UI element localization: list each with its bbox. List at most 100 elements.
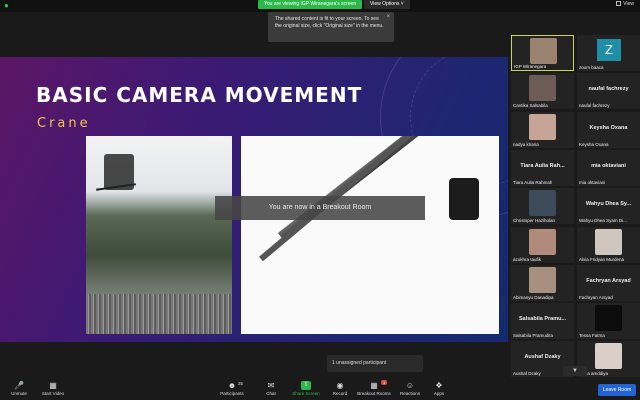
leave-room-button[interactable]: Leave Room (598, 384, 636, 396)
close-icon[interactable]: × (386, 14, 390, 21)
record-icon: ◉ (336, 381, 344, 390)
grid-icon (616, 1, 622, 7)
participant-display-name: Salsabila Pramu... (518, 316, 567, 323)
participant-tile[interactable]: Salsabila Pramu... Salsabila Pramudita (511, 303, 574, 340)
participant-video (529, 75, 556, 102)
fit-to-screen-tooltip: The shared content is fit to your screen… (268, 12, 394, 42)
participant-name: Salsabila Pramudita (513, 333, 554, 339)
apps-icon: ❖ (435, 381, 443, 390)
start-video-label: Start Video (41, 391, 65, 396)
participant-name: Aushaf Dzaky (513, 371, 541, 377)
reactions-button[interactable]: ☺ Reactions (398, 381, 422, 399)
participant-name: zoom baaca (579, 65, 604, 70)
participant-video (595, 228, 622, 255)
participant-name: Keysha Oxana (579, 141, 609, 147)
microphone-muted-icon: 🎤 (14, 381, 24, 390)
participant-tile[interactable]: Zzoom baaca (577, 35, 640, 71)
participants-count: 35 (238, 381, 244, 386)
smiley-icon: ☺ (405, 381, 415, 390)
slide-title: BASIC CAMERA MOVEMENT (36, 83, 363, 107)
participant-tile[interactable]: naufal fachrezy naufal fachrezy (577, 73, 640, 110)
participants-button[interactable]: 35 ☻ Participants (218, 381, 246, 399)
participant-name: IGP Wiranegara (514, 64, 547, 69)
participants-label: Participants (220, 391, 244, 396)
participant-name: naufal fachrezy (579, 103, 610, 109)
jib-arm-shape (277, 136, 466, 241)
meeting-toolbar: 🎤 Unmute ▦ Start Video 35 ☻ Participants… (0, 380, 640, 400)
participant-video (529, 266, 556, 293)
participant-name: azokhra taufik (513, 256, 542, 262)
video-off-icon: ▦ (49, 381, 57, 390)
shield-icon[interactable]: ● (4, 2, 12, 10)
reactions-label: Reactions (399, 391, 420, 396)
participant-name: Tessa Fatma (579, 333, 605, 339)
crane-photo-jib (241, 136, 499, 334)
participant-tile[interactable]: azokhra taufik (511, 226, 574, 263)
record-label: Record (332, 391, 348, 396)
participant-display-name: naufal fachrezy (588, 86, 629, 93)
participant-display-name: Wahyu Dhea Sy... (585, 201, 632, 208)
share-arrow-icon: ⇧ (301, 381, 311, 390)
participant-tile[interactable]: nadya kharia (511, 111, 574, 148)
breakout-grid-icon: ▦ (370, 381, 378, 390)
participant-tile[interactable]: IGP Wiranegara (511, 35, 574, 71)
participant-video (595, 305, 622, 332)
participant-name: mia oktaviani (579, 179, 606, 185)
breakout-rooms-button[interactable]: 1 ▦ Breakout Rooms (356, 380, 392, 399)
breakout-rooms-label: Breakout Rooms (357, 391, 391, 396)
chat-label: Chat (266, 391, 276, 396)
participant-display-name: mia oktaviani (591, 162, 626, 169)
participant-tile[interactable]: Keysha Oxana Keysha Oxana (577, 111, 640, 148)
chat-bubble-icon: ✉ (267, 381, 275, 390)
tooltip-text: The shared content is fit to your screen… (275, 16, 384, 29)
participant-name: Abimanyu Danadipa (513, 294, 554, 300)
unmute-button[interactable]: 🎤 Unmute (8, 381, 30, 399)
participant-tile[interactable]: Wahyu Dhea Sy... Wahyu Dhea Syam Di... (577, 188, 640, 225)
top-bar: ● You are viewing IGP Wiranegara's scree… (0, 0, 640, 12)
camera-rig-shape (449, 178, 479, 220)
view-button[interactable]: View (616, 1, 634, 7)
slide-subtitle: Crane (37, 116, 91, 131)
zoom-meeting-window: ● You are viewing IGP Wiranegara's scree… (0, 0, 640, 400)
avatar: Z (597, 39, 621, 61)
participant-tile[interactable]: Alvia Fridyan Murdena (577, 226, 640, 263)
participant-tile[interactable]: Cantika Salsabila (511, 73, 574, 110)
participant-tile[interactable]: mia oktaviani mia oktaviani (577, 149, 640, 186)
crowd-shape (86, 294, 232, 334)
share-banner: You are viewing IGP Wiranegara's screen (258, 0, 363, 9)
start-video-button[interactable]: ▦ Start Video (38, 381, 68, 399)
participant-display-name: Tiara Aulia Rah... (520, 162, 565, 169)
breakout-badge: 1 (381, 380, 388, 385)
participant-name: Fachryan Arsyad (579, 294, 613, 300)
share-screen-button[interactable]: ⇧ Share Screen (290, 381, 322, 399)
participant-video (529, 190, 556, 217)
crane-photo-concert (86, 136, 232, 334)
participant-name: Wahyu Dhea Syam Di... (579, 218, 627, 224)
participant-display-name: Fachryan Arsyad (586, 277, 631, 284)
apps-label: Apps (433, 391, 445, 396)
record-button[interactable]: ◉ Record (330, 381, 350, 399)
participant-name: Alvia Fridyan Murdena (579, 256, 625, 262)
chevron-down-icon[interactable]: ▼ (563, 366, 587, 376)
participant-display-name: Keysha Oxana (589, 124, 628, 131)
participant-tile[interactable]: Christoper Haziholan (511, 188, 574, 225)
participant-video (530, 38, 557, 64)
participant-display-name: Aushaf Dzaky (524, 354, 561, 361)
participant-name: nadya kharia (513, 141, 539, 147)
view-label: View (623, 1, 634, 7)
participant-name: Tiara Aulia Rahmah (513, 179, 553, 185)
unassigned-participant-notice[interactable]: 1 unassigned participant (327, 355, 423, 372)
participant-tile[interactable]: Fachryan Arsyad Fachryan Arsyad (577, 264, 640, 301)
chat-button[interactable]: ✉ Chat (262, 381, 280, 399)
apps-button[interactable]: ❖ Apps (430, 381, 448, 399)
participant-tile[interactable]: Tiara Aulia Rah... Tiara Aulia Rahmah (511, 149, 574, 186)
view-options-button[interactable]: View Options ˅ (364, 0, 410, 9)
participant-tile[interactable]: Tessa Fatma (577, 303, 640, 340)
participant-video (595, 343, 622, 370)
participant-video (529, 228, 556, 255)
people-icon: ☻ (227, 381, 237, 390)
participant-video (529, 113, 556, 140)
participant-gallery[interactable]: IGP Wiranegara Zzoom baaca Cantika Salsabi… (511, 35, 640, 380)
participant-tile[interactable]: Abimanyu Danadipa (511, 264, 574, 301)
participant-name: Christoper Haziholan (513, 218, 556, 224)
